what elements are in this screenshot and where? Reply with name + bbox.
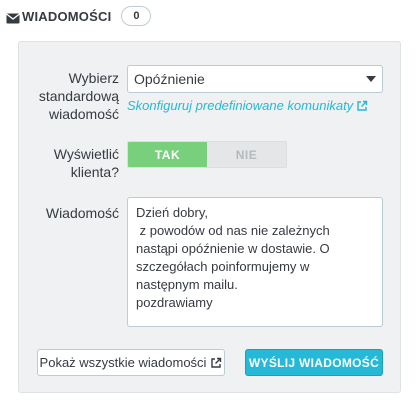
chevron-down-icon <box>366 76 376 82</box>
message-label: Wiadomość <box>45 205 119 221</box>
messages-count-badge: 0 <box>121 6 152 26</box>
message-line: Dzień dobry, <box>136 205 209 220</box>
toggle-no-option[interactable]: NIE <box>207 142 286 167</box>
send-message-button[interactable]: WYŚLIJ WIADOMOŚĆ <box>245 349 383 376</box>
configure-messages-link[interactable]: Skonfiguruj predefiniowane komunikaty <box>127 98 368 113</box>
message-textarea[interactable]: Dzień dobry, z powodów od nas nie zależn… <box>127 197 383 327</box>
message-line: z powodów od nas nie zależnych nastąpi o… <box>136 223 334 292</box>
envelope-icon <box>6 11 20 23</box>
messages-header: WIADOMOŚCI 0 <box>6 6 152 26</box>
show-all-messages-button[interactable]: Pokaż wszystkie wiadomości <box>37 349 225 376</box>
template-label: Wybierz standardową wiadomość <box>38 70 119 122</box>
show-customer-toggle[interactable]: TAK NIE <box>127 141 287 168</box>
message-line: pozdrawiamy <box>136 295 213 310</box>
message-form-panel: Wybierz standardową wiadomość Opóźnienie… <box>18 41 401 393</box>
messages-title: WIADOMOŚCI <box>22 8 112 24</box>
template-select-value: Opóźnienie <box>134 71 205 87</box>
show-customer-label: Wyświetlić klienta? <box>53 146 119 180</box>
toggle-yes-option[interactable]: TAK <box>128 142 207 167</box>
external-link-icon <box>357 100 368 111</box>
external-link-icon <box>211 357 222 368</box>
show-all-messages-label: Pokaż wszystkie wiadomości <box>39 355 207 370</box>
template-select[interactable]: Opóźnienie <box>127 65 383 93</box>
